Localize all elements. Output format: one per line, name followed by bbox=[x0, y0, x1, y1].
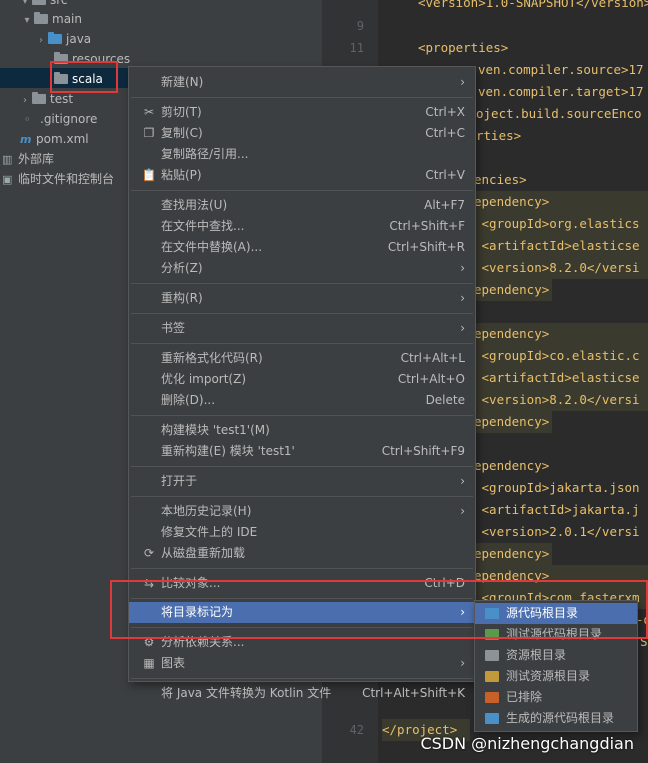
menu-separator bbox=[131, 678, 473, 679]
code-line: <version>1.0-SNAPSHOT</version> bbox=[418, 0, 648, 10]
chevron-down-icon[interactable]: ▾ bbox=[20, 11, 34, 31]
submenu-item-test-resources-root[interactable]: 测试资源根目录 bbox=[475, 666, 637, 687]
menu-item-optimize-imports[interactable]: 优化 import(Z) Ctrl+Alt+O bbox=[129, 369, 475, 390]
menu-item-delete[interactable]: 删除(D)... Delete bbox=[129, 390, 475, 411]
submenu-item-resources-root[interactable]: 资源根目录 bbox=[475, 645, 637, 666]
chevron-right-icon: › bbox=[460, 321, 465, 335]
test-resource-folder-icon bbox=[485, 671, 499, 682]
line-number: 42 bbox=[349, 723, 364, 737]
menu-item-convert-java-to-kotlin[interactable]: 将 Java 文件转换为 Kotlin 文件 Ctrl+Alt+Shift+K bbox=[129, 683, 475, 704]
folder-icon bbox=[32, 92, 46, 104]
chevron-right-icon: › bbox=[460, 504, 465, 518]
menu-item-copy-path[interactable]: 复制路径/引用... bbox=[129, 144, 475, 165]
tree-item-scratches[interactable]: ▣ 临时文件和控制台 bbox=[2, 169, 114, 189]
code-line: ependency> bbox=[474, 279, 552, 301]
menu-item-new[interactable]: 新建(N) › bbox=[129, 72, 475, 93]
excluded-folder-icon bbox=[485, 692, 499, 703]
code-line: ependency> bbox=[474, 411, 552, 433]
code-line: <groupId>jakarta.json bbox=[474, 480, 640, 495]
line-number: 11 bbox=[349, 41, 364, 55]
annotation-box-scala bbox=[50, 61, 118, 93]
code-line: ependency> bbox=[474, 323, 648, 345]
code-line: ependency> bbox=[474, 458, 550, 473]
chevron-right-icon: › bbox=[460, 75, 465, 89]
menu-item-find-in-files[interactable]: 在文件中查找... Ctrl+Shift+F bbox=[129, 216, 475, 237]
menu-item-copy[interactable]: ❐ 复制(C) Ctrl+C bbox=[129, 123, 475, 144]
folder-icon bbox=[32, 0, 46, 5]
diagram-icon: ▦ bbox=[143, 656, 155, 670]
code-line: rties> bbox=[476, 128, 522, 143]
menu-item-find-usages[interactable]: 查找用法(U) Alt+F7 bbox=[129, 195, 475, 216]
menu-item-reload-from-disk[interactable]: ⟳ 从磁盘重新加载 bbox=[129, 543, 475, 564]
code-line: <artifactId>jakarta.j bbox=[474, 502, 640, 517]
menu-item-diagrams[interactable]: ▦ 图表 › bbox=[129, 653, 475, 674]
code-line: ependency> bbox=[474, 543, 552, 565]
source-folder-icon bbox=[48, 32, 62, 44]
console-icon: ▣ bbox=[2, 173, 13, 186]
library-icon: ▥ bbox=[2, 153, 13, 166]
code-line: <groupId>co.elastic.c bbox=[474, 345, 648, 367]
menu-separator bbox=[131, 283, 473, 284]
code-line: ven.compiler.target>17 bbox=[478, 84, 644, 99]
menu-item-refactor[interactable]: 重构(R) › bbox=[129, 288, 475, 309]
menu-item-rebuild-module[interactable]: 重新构建(E) 模块 'test1' Ctrl+Shift+F9 bbox=[129, 441, 475, 462]
code-line: encies> bbox=[474, 172, 527, 187]
menu-separator bbox=[131, 190, 473, 191]
chevron-right-icon: › bbox=[460, 291, 465, 305]
tree-item-java[interactable]: › java bbox=[34, 29, 91, 49]
code-line: <artifactId>elasticse bbox=[474, 235, 648, 257]
chevron-right-icon: › bbox=[460, 656, 465, 670]
scissors-icon: ✂ bbox=[143, 105, 155, 119]
tree-item-external-libraries[interactable]: ▥ 外部库 bbox=[2, 149, 54, 169]
watermark: CSDN @nizhengchangdian bbox=[420, 734, 634, 753]
file-icon: ◦ bbox=[24, 113, 31, 126]
code-line: <version>8.2.0</versi bbox=[474, 257, 648, 279]
menu-item-build-module[interactable]: 构建模块 'test1'(M) bbox=[129, 420, 475, 441]
chevron-right-icon: › bbox=[460, 261, 465, 275]
menu-separator bbox=[131, 343, 473, 344]
line-number: 9 bbox=[356, 19, 364, 33]
menu-item-paste[interactable]: 📋 粘贴(P) Ctrl+V bbox=[129, 165, 475, 186]
menu-item-open-in[interactable]: 打开于 › bbox=[129, 471, 475, 492]
menu-separator bbox=[131, 496, 473, 497]
menu-item-analyze[interactable]: 分析(Z) › bbox=[129, 258, 475, 279]
code-line: ependency> bbox=[474, 191, 648, 213]
tree-item-gitignore[interactable]: ◦ .gitignore bbox=[24, 109, 97, 129]
clipboard-icon: 📋 bbox=[141, 168, 157, 182]
menu-item-replace-in-files[interactable]: 在文件中替换(A)... Ctrl+Shift+R bbox=[129, 237, 475, 258]
code-line: <properties> bbox=[418, 40, 509, 55]
code-line: ven.compiler.source>17 bbox=[478, 62, 644, 77]
submenu-item-excluded[interactable]: 已排除 bbox=[475, 687, 637, 708]
code-line: <version>2.0.1</versi bbox=[474, 524, 640, 539]
generated-source-folder-icon bbox=[485, 713, 499, 724]
reload-icon: ⟳ bbox=[143, 546, 155, 560]
menu-separator bbox=[131, 97, 473, 98]
tree-item-main[interactable]: ▾ main bbox=[20, 9, 82, 29]
maven-icon: m bbox=[20, 133, 32, 146]
code-line: <version>8.2.0</versi bbox=[474, 389, 648, 411]
copy-icon: ❐ bbox=[143, 126, 155, 140]
menu-separator bbox=[131, 313, 473, 314]
submenu-item-generated-sources-root[interactable]: 生成的源代码根目录 bbox=[475, 708, 637, 729]
menu-separator bbox=[131, 466, 473, 467]
tree-item-pom[interactable]: m pom.xml bbox=[20, 129, 89, 149]
code-line: <groupId>org.elastics bbox=[474, 213, 648, 235]
chevron-right-icon: › bbox=[460, 474, 465, 488]
folder-icon bbox=[34, 12, 48, 24]
annotation-box-mark-directory bbox=[110, 580, 648, 639]
chevron-right-icon[interactable]: › bbox=[34, 31, 48, 51]
menu-item-repair-ide[interactable]: 修复文件上的 IDE bbox=[129, 522, 475, 543]
code-line: <artifactId>elasticse bbox=[474, 367, 648, 389]
menu-separator bbox=[131, 568, 473, 569]
chevron-right-icon[interactable]: › bbox=[18, 91, 32, 111]
menu-item-bookmarks[interactable]: 书签 › bbox=[129, 318, 475, 339]
menu-item-local-history[interactable]: 本地历史记录(H) › bbox=[129, 501, 475, 522]
menu-item-reformat-code[interactable]: 重新格式化代码(R) Ctrl+Alt+L bbox=[129, 348, 475, 369]
menu-item-cut[interactable]: ✂ 剪切(T) Ctrl+X bbox=[129, 102, 475, 123]
resource-folder-icon bbox=[485, 650, 499, 661]
code-line: oject.build.sourceEnco bbox=[476, 106, 642, 121]
menu-separator bbox=[131, 415, 473, 416]
